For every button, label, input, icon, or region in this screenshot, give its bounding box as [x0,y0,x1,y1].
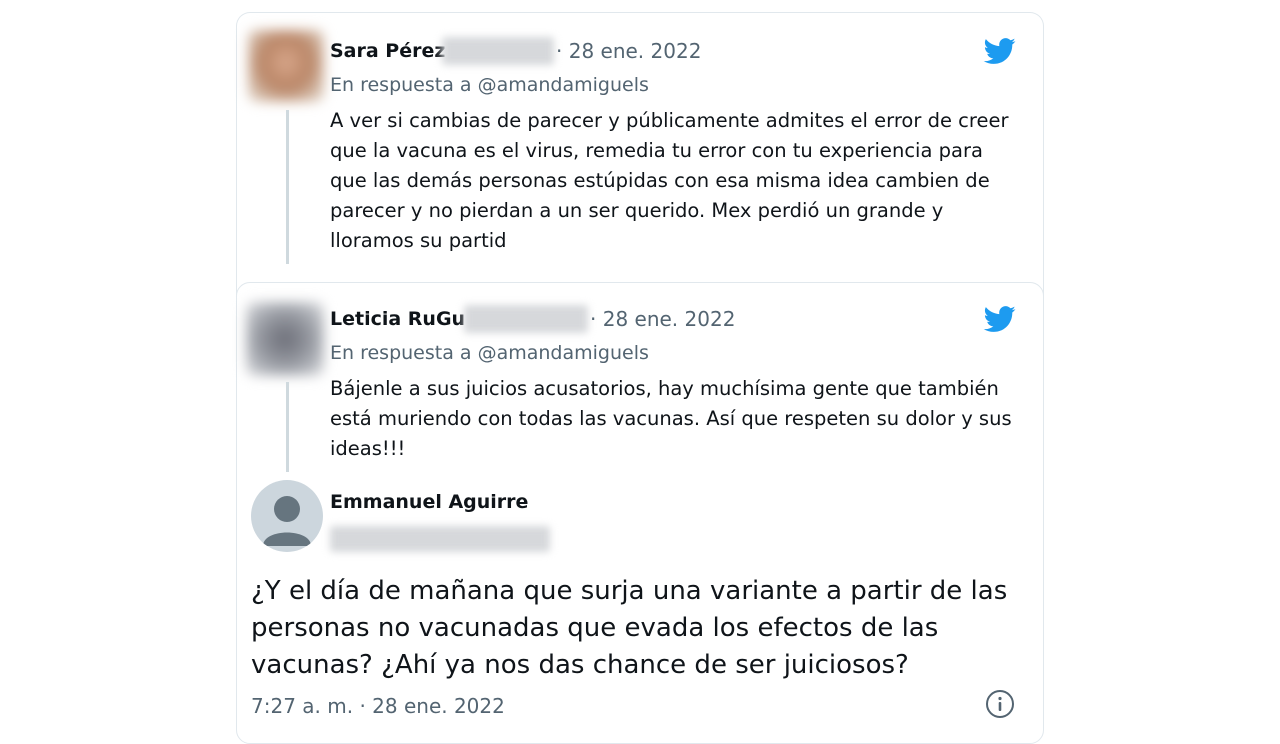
default-user-icon [263,496,311,546]
tweet-text: Bájenle a sus juicios acusatorios, hay m… [330,377,1012,460]
info-glyph [998,696,1002,711]
user-name[interactable]: Sara Pérez [330,40,445,62]
avatar[interactable] [251,480,323,552]
tweet-date[interactable]: · 28 ene. 2022 [556,39,701,63]
reply-context[interactable]: En respuesta a @amandamiguels [330,74,649,96]
tweet-timestamp[interactable]: 7:27 a. m. · 28 ene. 2022 [251,694,505,718]
avatar[interactable] [248,30,324,102]
twitter-bird-icon[interactable] [981,303,1019,335]
avatar[interactable] [246,302,324,376]
main-tweet-text: ¿Y el día de mañana que surja una varian… [251,576,1008,680]
reply-context[interactable]: En respuesta a @amandamiguels [330,342,649,364]
redacted-handle [442,37,554,65]
redacted-handle [464,305,588,333]
user-name[interactable]: Leticia RuGu [330,308,465,330]
thread-line [286,110,289,264]
twitter-bird-icon[interactable] [981,35,1019,67]
info-icon[interactable] [986,690,1014,718]
thread-line [286,382,289,472]
user-name[interactable]: Emmanuel Aguirre [330,491,528,513]
redacted-handle [330,526,550,552]
tweet-date[interactable]: · 28 ene. 2022 [590,307,735,331]
tweet-text: A ver si cambias de parecer y públicamen… [330,109,1009,252]
